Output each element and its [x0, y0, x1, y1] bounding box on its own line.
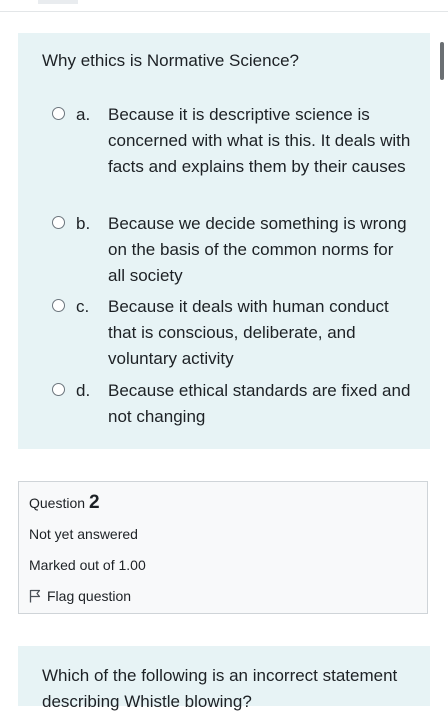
question-label: Question: [29, 495, 86, 511]
top-divider: [0, 11, 448, 12]
question-2-info: Question 2 Not yet answered Marked out o…: [18, 481, 428, 614]
scrollbar-thumb[interactable]: [440, 42, 444, 80]
option-text-b: Because we decide something is wrong on …: [108, 214, 407, 285]
question-1-formulation: Why ethics is Normative Science? a. Beca…: [18, 33, 430, 449]
flag-question-link[interactable]: Flag question: [29, 587, 131, 605]
question-number: 2: [88, 492, 100, 513]
option-text-a: Because it is descriptive science is con…: [108, 105, 411, 176]
question-1-text: Why ethics is Normative Science?: [42, 51, 299, 70]
option-letter-c: c.: [76, 297, 90, 316]
radio-button-a[interactable]: [52, 107, 65, 120]
option-letter-d: d.: [76, 381, 91, 400]
flag-outline-icon: [29, 589, 41, 603]
question-2-formulation: Which of the following is an incorrect s…: [18, 646, 430, 711]
question-state: Not yet answered: [29, 526, 138, 542]
option-letter-b: b.: [76, 214, 91, 233]
radio-button-b[interactable]: [52, 216, 65, 229]
question-number-label: Question 2: [29, 492, 100, 514]
flag-question-label: Flag question: [47, 588, 132, 604]
option-text-c: Because it deals with human conduct that…: [108, 297, 389, 368]
radio-button-d[interactable]: [52, 383, 65, 396]
radio-button-c[interactable]: [52, 299, 65, 312]
option-text-d: Because ethical standards are fixed and …: [108, 381, 411, 426]
question-2-text: Which of the following is an incorrect s…: [42, 666, 398, 711]
question-marks: Marked out of 1.00: [29, 557, 146, 573]
option-letter-a: a.: [76, 105, 91, 124]
top-tab-indicator: [38, 0, 78, 4]
